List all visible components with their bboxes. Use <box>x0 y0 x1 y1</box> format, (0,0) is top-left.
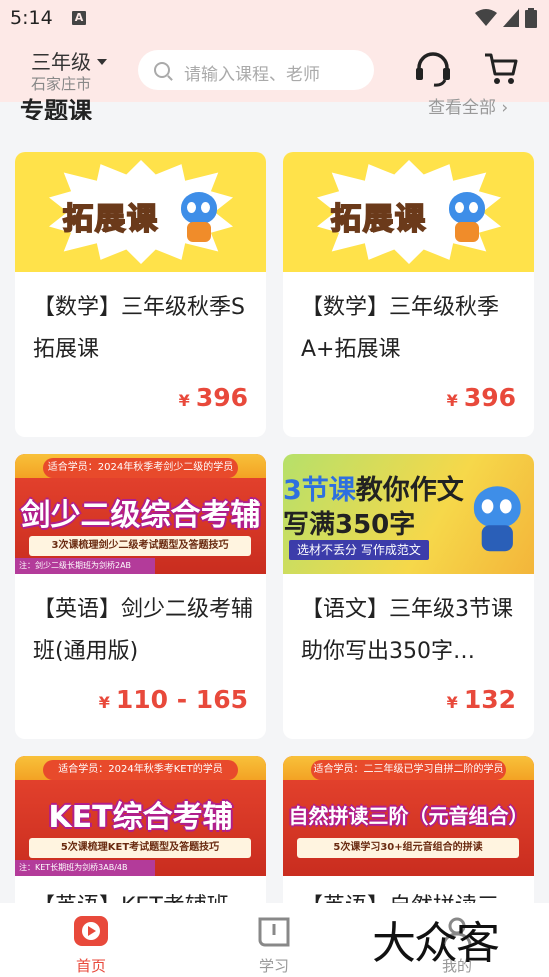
course-card[interactable]: 适合学员：二三年级已学习自拼二阶的学员 自然拼读三阶（元音组合） 5次课学习30… <box>283 756 534 916</box>
banner-audience: 适合学员：二三年级已学习自拼二阶的学员 <box>311 760 506 780</box>
course-banner: 拓展课 <box>15 152 266 272</box>
notification-a-icon: A <box>72 11 86 25</box>
banner-footnote: 注：KET长期班为剑桥3AB/4B <box>15 860 155 876</box>
search-icon <box>154 62 170 78</box>
course-banner: 适合学员：2024年秋季考KET的学员 KET综合考辅 5次课梳理KET考试题型… <box>15 756 266 876</box>
status-time: 5:14 <box>10 7 53 29</box>
course-banner: 适合学员：2024年秋季考剑少二级的学员 剑少二级综合考辅 3次课梳理剑少二级考… <box>15 454 266 574</box>
course-title: 【语文】三年级3节课助你写出350字… <box>301 597 513 664</box>
price-value: 110 - 165 <box>115 685 248 714</box>
course-card[interactable]: 拓展课 【数学】三年级秋季A+拓展课 ¥396 <box>283 152 534 437</box>
price-value: 396 <box>195 383 248 412</box>
wifi-icon <box>475 9 497 26</box>
banner-headline-rest: 教你作文 <box>355 475 464 506</box>
course-card[interactable]: 拓展课 【数学】三年级秋季S拓展课 ¥396 <box>15 152 266 437</box>
study-book-icon <box>258 917 290 947</box>
signal-icon <box>503 9 519 27</box>
headset-icon[interactable] <box>414 52 452 88</box>
course-card[interactable]: 3节课教你作文 写满350字 选材不丢分 写作成范文 【语文】三年级3节课助你写… <box>283 454 534 739</box>
course-title: 【数学】三年级秋季A+拓展课 <box>301 295 500 362</box>
see-all-link[interactable]: 查看全部 › <box>428 98 508 120</box>
status-bar: 5:14 A <box>0 0 549 38</box>
nav-label: 首页 <box>75 957 106 975</box>
currency-symbol: ¥ <box>98 693 110 712</box>
banner-audience: 适合学员：2024年秋季考KET的学员 <box>43 760 238 780</box>
course-price: ¥110 - 165 <box>99 685 248 714</box>
see-all-label: 查看全部 <box>428 98 496 118</box>
watermark-logo: 大众客 <box>372 918 500 969</box>
price-value: 132 <box>463 685 516 714</box>
nav-label: 学习 <box>258 957 289 975</box>
banner-headline-highlight: 3节课 <box>283 475 356 506</box>
nav-home[interactable]: 首页 <box>51 903 131 977</box>
banner-audience: 适合学员：2024年秋季考剑少二级的学员 <box>43 458 238 478</box>
search-input[interactable]: 请输入课程、老师 <box>138 50 374 90</box>
course-card[interactable]: 适合学员：2024年秋季考KET的学员 KET综合考辅 5次课梳理KET考试题型… <box>15 756 266 916</box>
banner-headline: 3节课教你作文 <box>283 468 464 507</box>
section-title: 专题课 <box>20 97 92 120</box>
top-header: 三年级 石家庄市 请输入课程、老师 <box>0 38 549 102</box>
grade-label: 三年级 <box>31 50 91 74</box>
price-value: 396 <box>463 383 516 412</box>
course-price: ¥132 <box>447 685 516 714</box>
course-banner: 适合学员：二三年级已学习自拼二阶的学员 自然拼读三阶（元音组合） 5次课学习30… <box>283 756 534 876</box>
currency-symbol: ¥ <box>446 693 458 712</box>
mascot-icon <box>175 192 221 244</box>
cart-icon[interactable] <box>483 52 519 86</box>
banner-label: 自然拼读三阶（元音组合） <box>288 804 529 828</box>
course-banner: 拓展课 <box>283 152 534 272</box>
banner-label: 剑少二级综合考辅 <box>20 498 261 533</box>
grade-selector[interactable]: 三年级 <box>31 46 107 75</box>
city-label[interactable]: 石家庄市 <box>31 73 91 94</box>
mascot-icon <box>443 192 489 244</box>
banner-footnote: 注：剑少二级长期班为剑桥2AB <box>15 558 155 574</box>
banner-tag: 选材不丢分 写作成范文 <box>289 540 429 560</box>
banner-label: 拓展课 <box>330 201 427 238</box>
banner-subtitle: 5次课梳理KET考试题型及答题技巧 <box>29 838 251 858</box>
caret-down-icon <box>97 58 107 65</box>
course-price: ¥396 <box>179 383 248 412</box>
course-banner: 3节课教你作文 写满350字 选材不丢分 写作成范文 <box>283 454 534 574</box>
banner-label: KET综合考辅 <box>48 800 233 835</box>
mascot-icon <box>466 486 526 554</box>
search-placeholder: 请输入课程、老师 <box>184 65 320 85</box>
banner-label: 拓展课 <box>62 201 159 238</box>
course-title: 【英语】剑少二级考辅班(通用版) <box>33 597 253 664</box>
currency-symbol: ¥ <box>446 391 458 410</box>
course-title: 【数学】三年级秋季S拓展课 <box>33 295 245 362</box>
currency-symbol: ¥ <box>178 391 190 410</box>
nav-study[interactable]: 学习 <box>234 903 314 977</box>
course-card[interactable]: 适合学员：2024年秋季考剑少二级的学员 剑少二级综合考辅 3次课梳理剑少二级考… <box>15 454 266 739</box>
status-icons <box>475 8 537 28</box>
banner-subtitle: 3次课梳理剑少二级考试题型及答题技巧 <box>29 536 251 556</box>
home-play-icon <box>74 916 108 946</box>
course-price: ¥396 <box>447 383 516 412</box>
battery-icon <box>525 8 537 28</box>
banner-subtitle: 5次课学习30+组元音组合的拼读 <box>297 838 519 858</box>
banner-headline-2: 写满350字 <box>283 510 416 540</box>
